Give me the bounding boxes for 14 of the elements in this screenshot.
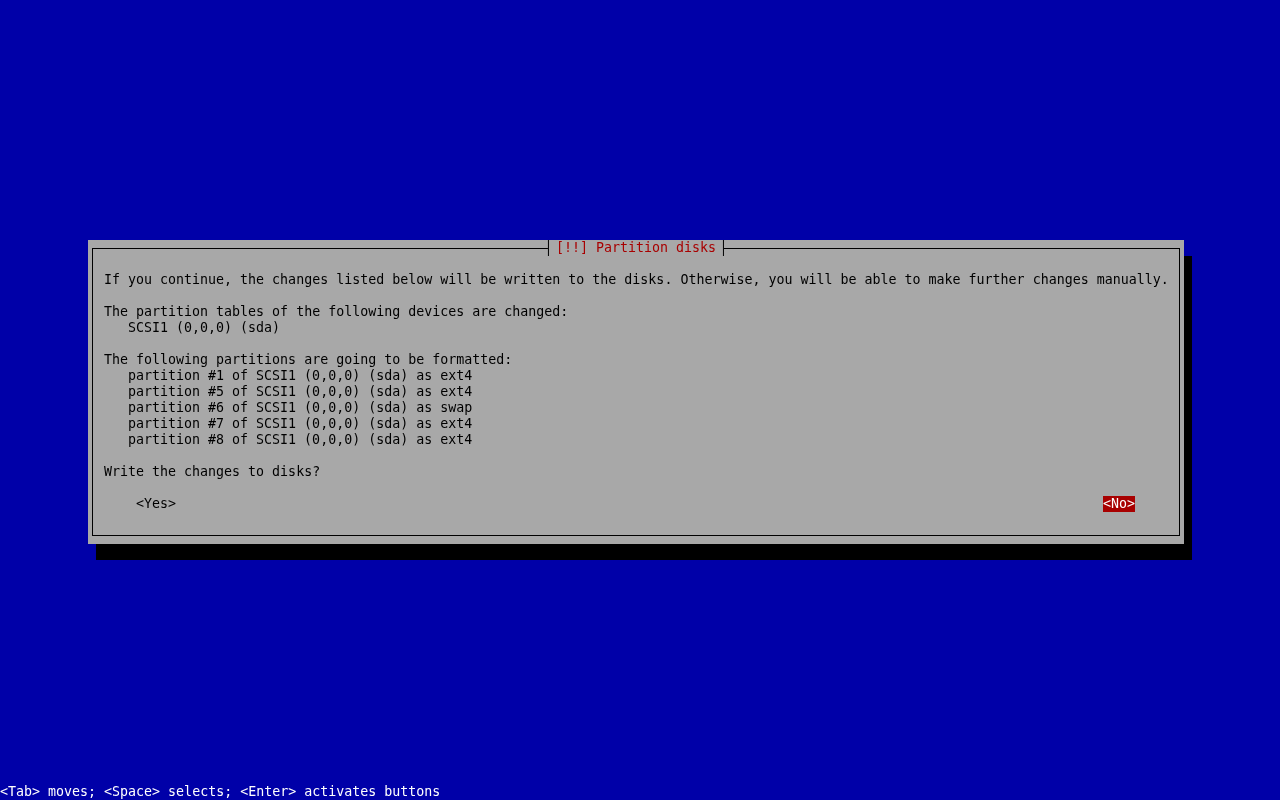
section-heading: The following partitions are going to be formatted:	[104, 352, 514, 368]
section-heading: The partition tables of the following devices are changed:	[104, 304, 570, 320]
question-text: Write the changes to disks?	[104, 464, 322, 480]
list-item: partition #1 of SCSI1 (0,0,0) (sda) as ext4	[127, 368, 474, 384]
list-item: SCSI1 (0,0,0) (sda)	[127, 320, 282, 336]
list-item: partition #8 of SCSI1 (0,0,0) (sda) as ext4	[127, 432, 474, 448]
intro-text: If you continue, the changes listed below will be written to the disks. Otherwise, you will be able to make further changes manually.	[104, 272, 1168, 288]
dialog-title: [!!] Partition disks	[547, 240, 725, 256]
list-item: partition #6 of SCSI1 (0,0,0) (sda) as swap	[127, 400, 474, 416]
dialog-button[interactable]: <Yes>	[136, 496, 177, 512]
status-bar-hint: <Tab> moves; <Space> selects; <Enter> activates buttons	[0, 784, 442, 800]
dialog-button[interactable]: <No>	[1102, 496, 1135, 512]
list-item: partition #7 of SCSI1 (0,0,0) (sda) as ext4	[127, 416, 474, 432]
list-item: partition #5 of SCSI1 (0,0,0) (sda) as ext4	[127, 384, 474, 400]
